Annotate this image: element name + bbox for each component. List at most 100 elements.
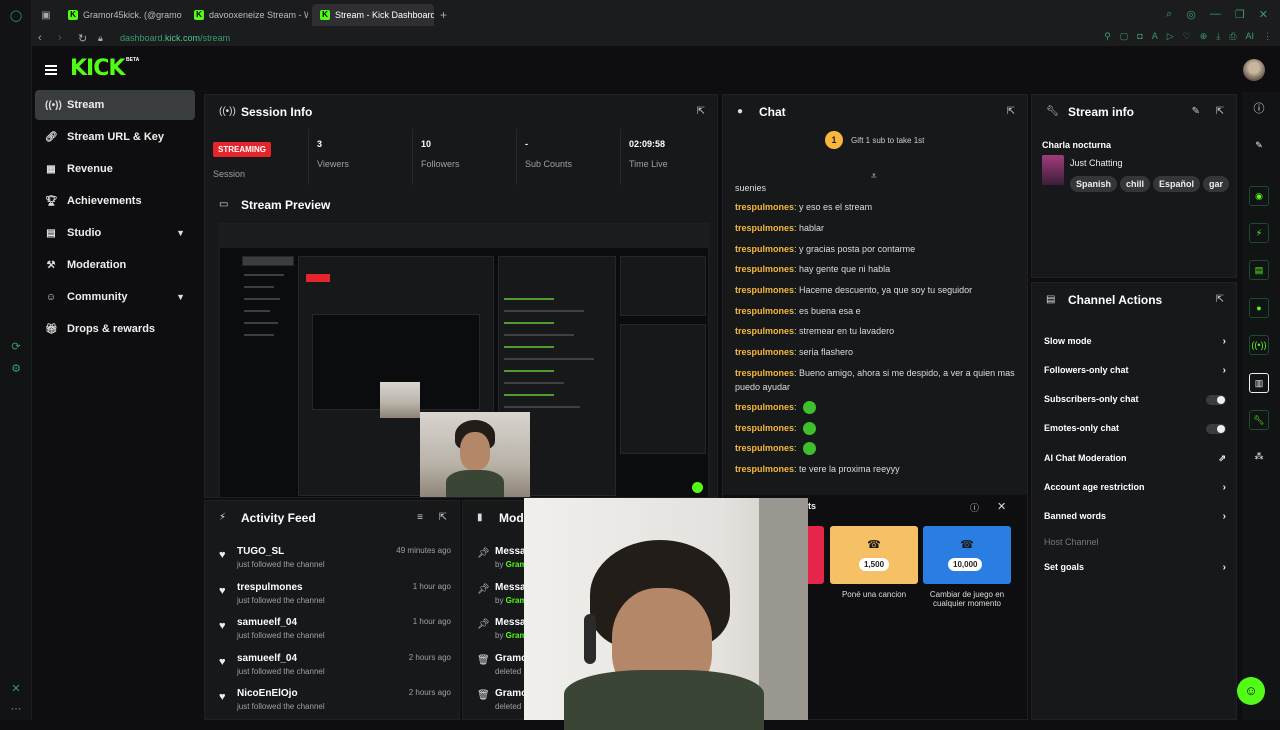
- stream-preview-video[interactable]: [219, 223, 709, 498]
- sidebar-item-achievements[interactable]: 🏆︎ Achievements: [35, 186, 195, 216]
- popout-icon[interactable]: ⇱: [1216, 106, 1224, 117]
- edit-icon[interactable]: ✎: [1192, 106, 1200, 117]
- url-field[interactable]: dashboard.kick.com/stream: [120, 33, 230, 43]
- popout-icon[interactable]: ⇱: [1007, 106, 1015, 117]
- category-thumbnail[interactable]: [1042, 155, 1064, 185]
- activity-user[interactable]: samueelf_04: [237, 653, 297, 664]
- chat-username[interactable]: trespulmones: [735, 202, 794, 212]
- crop-icon[interactable]: ▢: [1120, 31, 1129, 42]
- sidebar-item-revenue[interactable]: ▦ Revenue: [35, 154, 195, 184]
- camera-widget-icon[interactable]: ◉: [1249, 186, 1269, 206]
- snapshot-icon[interactable]: ◎: [1186, 8, 1196, 21]
- maximize-icon[interactable]: ❐: [1235, 8, 1245, 21]
- ai-moderation-item[interactable]: AI Chat Moderation ⇗: [1044, 453, 1226, 469]
- tag[interactable]: chill: [1120, 176, 1151, 192]
- broadcast-icon[interactable]: ((•)): [1249, 335, 1269, 355]
- more-icon[interactable]: ⋯: [9, 702, 23, 716]
- layout-icon[interactable]: ▥: [1249, 373, 1269, 393]
- account-age-item[interactable]: Account age restriction ›: [1044, 482, 1226, 498]
- emotes-only-toggle[interactable]: [1206, 424, 1226, 434]
- search-icon[interactable]: ⌕: [1166, 8, 1172, 21]
- banned-words-item[interactable]: Banned words ›: [1044, 511, 1226, 527]
- chevron-right-icon: ›: [1222, 562, 1226, 573]
- popout-icon[interactable]: ⇱: [1216, 294, 1224, 305]
- document-icon[interactable]: ▤: [1249, 260, 1269, 280]
- hamburger-menu-icon[interactable]: [45, 65, 57, 75]
- opera-logo-icon[interactable]: ◯: [9, 9, 23, 23]
- chat-username[interactable]: trespulmones: [735, 264, 794, 274]
- forward-icon[interactable]: ›: [58, 32, 72, 44]
- close-icon[interactable]: ✕: [997, 500, 1006, 513]
- sidebar-item-stream-url-key[interactable]: 🔗︎ Stream URL & Key: [35, 122, 195, 152]
- subscribers-only-toggle[interactable]: [1206, 395, 1226, 405]
- tag[interactable]: gar: [1203, 176, 1230, 192]
- reward-card-partial[interactable]: [806, 526, 824, 584]
- tab-menu-icon[interactable]: ▣: [32, 10, 60, 21]
- chat-username[interactable]: trespulmones: [735, 347, 794, 357]
- sidebar-item-moderation[interactable]: ⚒ Moderation: [35, 250, 195, 280]
- chat-icon[interactable]: ●: [1249, 298, 1269, 318]
- chat-username[interactable]: trespulmones: [735, 423, 794, 433]
- activity-user[interactable]: TUGO_SL: [237, 546, 284, 557]
- popout-icon[interactable]: ⇱: [697, 106, 705, 117]
- screenshot-icon[interactable]: ⎙: [1229, 31, 1236, 42]
- slow-mode-item[interactable]: Slow mode ›: [1044, 336, 1226, 352]
- sidebar-item-studio[interactable]: ▤ Studio ▼: [35, 218, 195, 248]
- browser-tab-1[interactable]: K Gramor45kick. (@gramor4: [60, 4, 182, 26]
- activity-user[interactable]: NicoEnElOjo: [237, 688, 298, 699]
- browser-extensions: ⚲ ▢ ◘ A ▷ ♡ ⊕ ⤓ ⎙ AI ⋮: [1104, 31, 1272, 42]
- menu-icon[interactable]: ⋮: [1263, 31, 1272, 42]
- chat-username[interactable]: trespulmones: [735, 402, 794, 412]
- heart-icon[interactable]: ♡: [1183, 31, 1191, 42]
- pin-icon[interactable]: ⚲: [1104, 31, 1111, 42]
- close-icon[interactable]: ✕: [1259, 8, 1268, 21]
- chat-username[interactable]: trespulmones: [735, 326, 794, 336]
- filter-icon[interactable]: ≡: [417, 512, 423, 523]
- vpn-icon[interactable]: ⊕: [1200, 31, 1208, 42]
- chat-username[interactable]: trespulmones: [735, 464, 794, 474]
- download-icon[interactable]: ⤓: [1216, 31, 1220, 42]
- close-sidebar-icon[interactable]: ✕: [9, 682, 23, 696]
- ai-label[interactable]: AI: [1245, 31, 1254, 42]
- wrench-icon[interactable]: 🔧︎: [1249, 410, 1269, 430]
- sidebar-item-community[interactable]: ☺ Community ▼: [35, 282, 195, 312]
- back-icon[interactable]: ‹: [38, 32, 52, 44]
- sidebar-item-stream[interactable]: ((•)) Stream: [35, 90, 195, 120]
- chat-username[interactable]: trespulmones: [735, 306, 794, 316]
- reward-card[interactable]: ☎ 1,500: [830, 526, 918, 584]
- followers-only-item[interactable]: Followers-only chat ›: [1044, 365, 1226, 381]
- minimize-icon[interactable]: —: [1210, 8, 1221, 21]
- info-icon[interactable]: ⓘ: [970, 501, 979, 514]
- new-tab-icon[interactable]: +: [440, 8, 447, 22]
- extension-icon[interactable]: ⚙: [9, 362, 23, 376]
- chat-username[interactable]: trespulmones: [735, 443, 794, 453]
- popout-icon[interactable]: ⇱: [439, 512, 447, 523]
- chat-username[interactable]: trespulmones: [735, 368, 794, 378]
- kick-logo[interactable]: KICK: [70, 56, 125, 81]
- chat-username[interactable]: trespulmones: [735, 244, 794, 254]
- category-name[interactable]: Just Chatting: [1070, 158, 1123, 168]
- chat-username[interactable]: trespulmones: [735, 223, 794, 233]
- user-avatar[interactable]: [1243, 59, 1265, 81]
- reward-card[interactable]: ☎ 10,000: [923, 526, 1011, 584]
- gift-sub-banner[interactable]: 1 Gift 1 sub to take 1st: [825, 131, 924, 149]
- browser-tab-2[interactable]: Kdavooxeneize Stream - W: [186, 4, 308, 26]
- chat-username[interactable]: trespulmones: [735, 285, 794, 295]
- sidebar-item-drops-rewards[interactable]: 🎁︎ Drops & rewards: [35, 314, 195, 344]
- activity-user[interactable]: trespulmones: [237, 582, 303, 593]
- set-goals-item[interactable]: Set goals ›: [1044, 562, 1226, 578]
- tag[interactable]: Spanish: [1070, 176, 1118, 192]
- bolt-icon[interactable]: ⚡︎: [1249, 223, 1269, 243]
- play-icon[interactable]: ▷: [1167, 31, 1174, 42]
- info-icon[interactable]: ⓘ: [1249, 100, 1269, 120]
- reload-icon[interactable]: ↻: [78, 32, 92, 45]
- activity-user[interactable]: samueelf_04: [237, 617, 297, 628]
- activity-icon[interactable]: ⁂: [1249, 447, 1269, 467]
- browser-tab-3[interactable]: K Stream - Kick Dashboard: [312, 4, 434, 26]
- help-chat-button[interactable]: ☺: [1237, 677, 1265, 705]
- translate-icon[interactable]: A: [1152, 31, 1158, 42]
- pencil-icon[interactable]: ✎: [1249, 136, 1269, 156]
- tag[interactable]: Español: [1153, 176, 1201, 192]
- camera-icon[interactable]: ◘: [1137, 31, 1142, 42]
- history-icon[interactable]: ⟳: [9, 340, 23, 354]
